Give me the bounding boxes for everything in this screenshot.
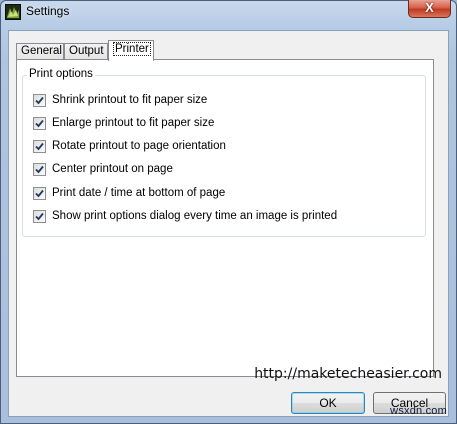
title-bar[interactable]: Settings X	[1, 0, 456, 23]
checkmark-icon	[35, 96, 44, 105]
checkmark-icon	[35, 165, 44, 174]
ok-button[interactable]: OK	[291, 392, 365, 414]
checkmark-icon	[35, 142, 44, 151]
option-label: Show print options dialog every time an …	[52, 210, 338, 222]
checkbox[interactable]	[33, 94, 46, 107]
checkbox[interactable]	[33, 187, 46, 200]
printer-tab-panel: Print options Shrink printout to fit pap…	[16, 59, 434, 377]
tab-general[interactable]: General	[16, 43, 64, 60]
window-title: Settings	[26, 4, 70, 18]
checkbox[interactable]	[33, 117, 46, 130]
close-icon: X	[425, 0, 434, 15]
app-icon	[5, 4, 21, 20]
checkbox[interactable]	[33, 210, 46, 223]
close-button[interactable]: X	[408, 0, 451, 18]
tab-output[interactable]: Output	[64, 43, 108, 60]
option-label: Rotate printout to page orientation	[52, 140, 226, 152]
checkmark-icon	[35, 189, 44, 198]
group-label: Print options	[27, 68, 95, 80]
option-label: Print date / time at bottom of page	[52, 187, 226, 199]
checkbox[interactable]	[33, 163, 46, 176]
settings-window: Settings X General Output Printer Print …	[0, 0, 457, 424]
option-label: Center printout on page	[52, 163, 173, 175]
option-label: Shrink printout to fit paper size	[52, 94, 208, 106]
tab-printer[interactable]: Printer	[108, 40, 154, 61]
watermark-text: http://maketecheasier.com	[254, 366, 442, 382]
option-label: Enlarge printout to fit paper size	[52, 117, 215, 129]
checkmark-icon	[35, 119, 44, 128]
checkbox[interactable]	[33, 140, 46, 153]
checkmark-icon	[35, 212, 44, 221]
print-options-group: Print options Shrink printout to fit pap…	[22, 68, 426, 237]
dialog-client-area: General Output Printer Print options Shr…	[8, 30, 449, 417]
corner-logo: wsxdn.com	[390, 405, 447, 417]
